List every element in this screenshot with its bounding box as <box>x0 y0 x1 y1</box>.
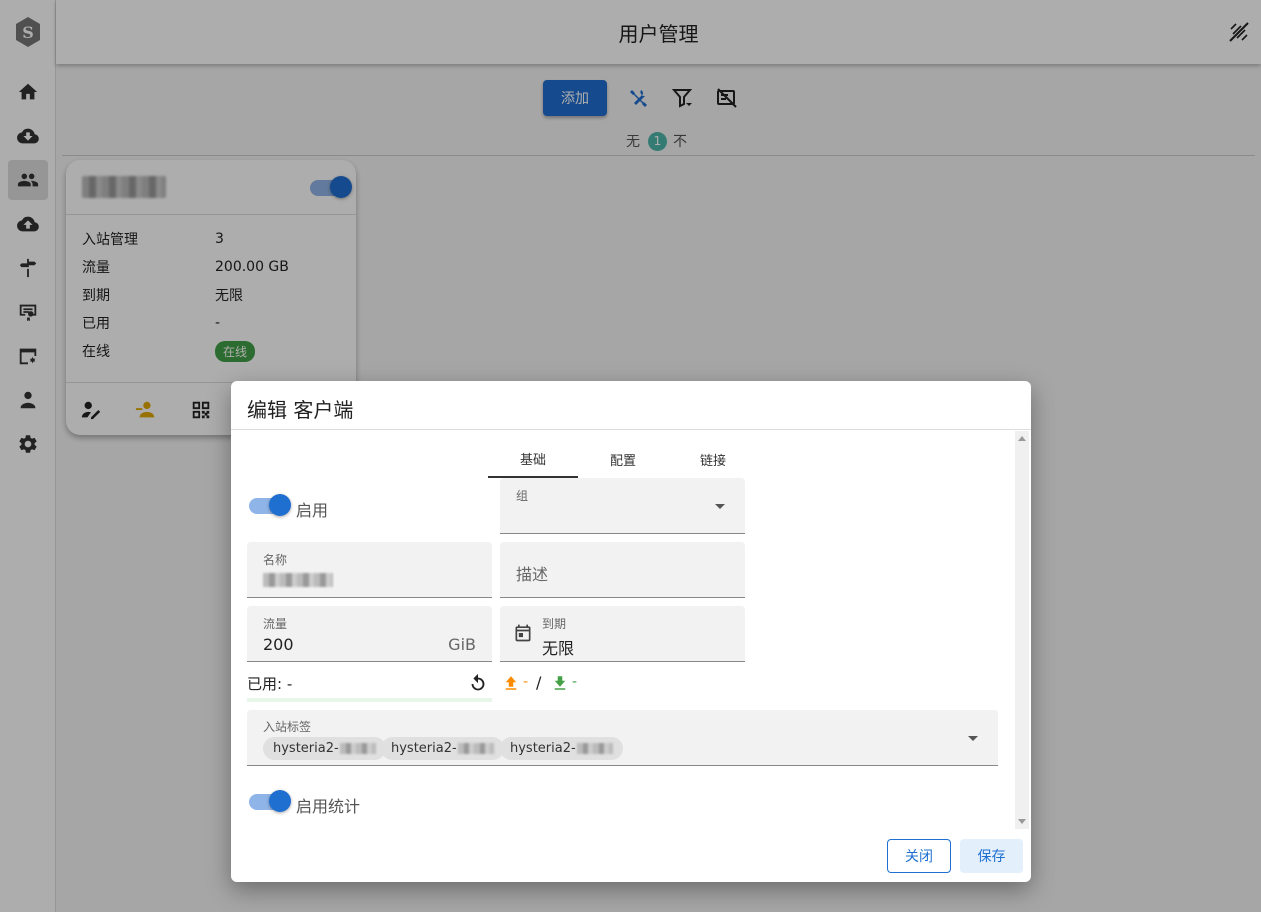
traffic-value: 200 <box>263 635 294 654</box>
scroll-down-arrow[interactable] <box>1018 819 1026 824</box>
chevron-down-icon <box>968 736 978 741</box>
chip-label: hysteria2- <box>391 741 457 756</box>
traffic-label: 流量 <box>263 617 288 631</box>
enable-toggle[interactable] <box>249 494 291 516</box>
inbound-tag-chip[interactable]: hysteria2- <box>500 737 623 760</box>
download-value: - <box>572 674 578 690</box>
enable-stats-toggle[interactable] <box>249 790 291 812</box>
used-progress-bar <box>247 698 492 702</box>
inbound-tags-label: 入站标签 <box>263 720 312 734</box>
inbound-tag-chip[interactable]: hysteria2- <box>263 737 386 760</box>
edit-client-dialog: 编辑 客户端 基础 配置 链接 启用 组 名称 描述 流量 200 GiB 到期… <box>231 381 1031 882</box>
chip-label: hysteria2- <box>510 741 576 756</box>
name-field[interactable]: 名称 <box>247 542 492 598</box>
expiry-label: 到期 <box>542 617 567 631</box>
upload-arrow-icon <box>505 676 517 690</box>
name-value-redacted <box>263 573 333 587</box>
dialog-divider <box>231 429 1031 430</box>
close-button[interactable]: 关闭 <box>887 839 951 873</box>
tab-basic[interactable]: 基础 <box>488 441 578 478</box>
dialog-title: 编辑 客户端 <box>247 398 354 422</box>
expiry-field[interactable]: 到期 无限 <box>500 606 745 662</box>
traffic-separator: / <box>536 673 542 692</box>
description-field[interactable]: 描述 <box>500 542 745 598</box>
used-text: 已用: - <box>247 675 293 693</box>
upload-value: - <box>523 674 529 690</box>
traffic-unit: GiB <box>448 635 476 654</box>
calendar-icon <box>515 624 531 642</box>
group-label: 组 <box>516 489 529 503</box>
scroll-up-arrow[interactable] <box>1018 436 1026 441</box>
chip-label: hysteria2- <box>273 741 339 756</box>
save-button[interactable]: 保存 <box>960 839 1023 873</box>
traffic-field[interactable]: 流量 200 GiB <box>247 606 492 662</box>
name-label: 名称 <box>263 553 288 567</box>
dialog-scrollbar[interactable] <box>1015 431 1029 829</box>
dialog-tabs: 基础 配置 链接 <box>488 441 758 478</box>
enable-label: 启用 <box>296 501 329 520</box>
reset-icon[interactable] <box>467 673 489 695</box>
description-placeholder: 描述 <box>516 565 549 584</box>
chevron-down-icon <box>715 504 725 509</box>
group-select[interactable]: 组 <box>500 478 745 534</box>
enable-stats-label: 启用统计 <box>296 797 361 816</box>
expiry-value: 无限 <box>542 639 575 658</box>
tab-links[interactable]: 链接 <box>668 441 758 478</box>
inbound-tag-chip[interactable]: hysteria2- <box>381 737 504 760</box>
tab-config[interactable]: 配置 <box>578 441 668 478</box>
download-arrow-icon <box>554 676 566 690</box>
